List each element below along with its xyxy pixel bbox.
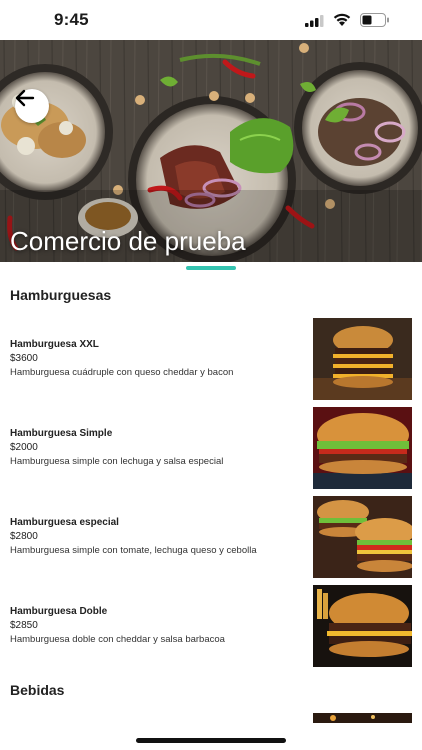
- menu-item[interactable]: Hamburguesa especial $2800 Hamburguesa s…: [0, 496, 422, 578]
- store-hero-image: Comercio de prueba: [0, 40, 422, 262]
- item-price: $2000: [10, 442, 38, 453]
- item-image: [313, 585, 412, 667]
- menu-item[interactable]: Hamburguesa XXL $3600 Hamburguesa cuádru…: [0, 318, 422, 400]
- item-name: Hamburguesa Doble: [10, 606, 108, 617]
- item-description: Hamburguesa simple con tomate, lechuga q…: [10, 545, 257, 556]
- item-image: [313, 407, 412, 489]
- section-title-hamburguesas: Hamburguesas: [10, 287, 112, 303]
- home-indicator: [136, 738, 286, 743]
- item-price: $2850: [10, 620, 38, 631]
- item-image: [313, 713, 412, 723]
- section-title-bebidas: Bebidas: [10, 682, 65, 698]
- status-bar: 9:45: [0, 0, 422, 40]
- status-time: 9:45: [54, 10, 89, 29]
- item-image: [313, 318, 412, 400]
- item-image: [313, 496, 412, 578]
- item-name: Hamburguesa especial: [10, 517, 119, 528]
- item-description: Hamburguesa cuádruple con queso cheddar …: [10, 367, 234, 378]
- item-price: $2800: [10, 531, 38, 542]
- tab-indicator: [186, 266, 236, 270]
- store-title: Comercio de prueba: [10, 226, 246, 256]
- battery-icon: [360, 13, 389, 27]
- back-button[interactable]: [15, 89, 49, 123]
- menu-item[interactable]: Hamburguesa Doble $2850 Hamburguesa dobl…: [0, 585, 422, 667]
- item-description: Hamburguesa doble con cheddar y salsa ba…: [10, 634, 225, 645]
- arrow-left-icon: [15, 89, 35, 107]
- item-description: Hamburguesa simple con lechuga y salsa e…: [10, 456, 224, 467]
- wifi-icon: [333, 13, 351, 26]
- item-price: $3600: [10, 353, 38, 364]
- item-name: Hamburguesa Simple: [10, 428, 113, 439]
- menu-item[interactable]: Hamburguesa Simple $2000 Hamburguesa sim…: [0, 407, 422, 489]
- cellular-signal-icon: [305, 15, 324, 27]
- item-name: Hamburguesa XXL: [10, 339, 99, 350]
